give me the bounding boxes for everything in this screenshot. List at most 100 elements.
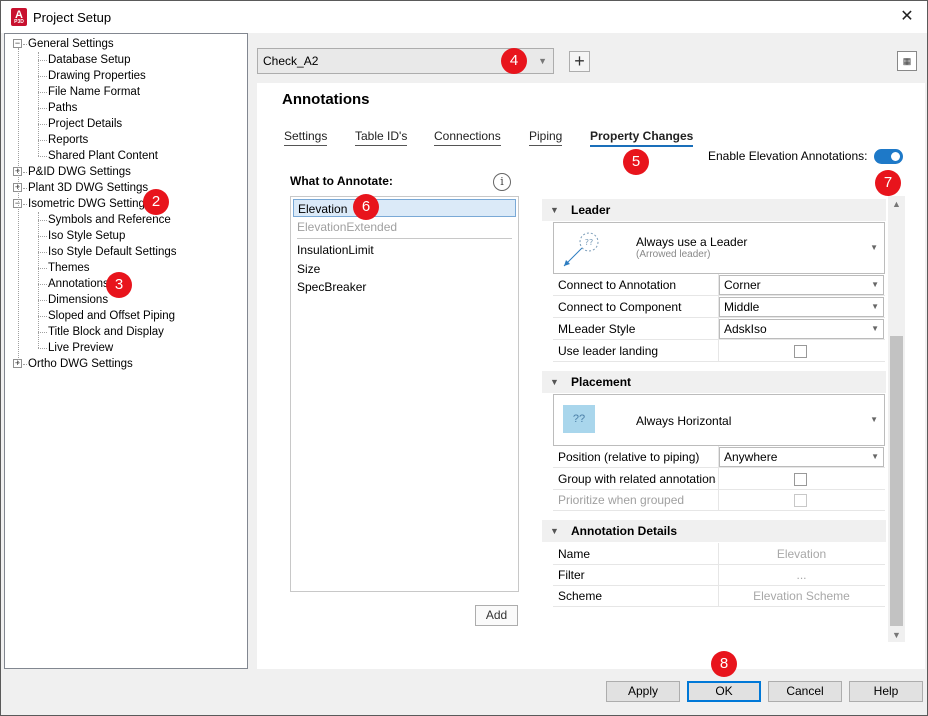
callout-badge: 7 [875,170,901,196]
prop-value: Middle [724,300,760,314]
prop-name: MLeader Style [558,322,636,336]
prop-value: AdskIso [724,322,767,336]
position-dropdown[interactable]: Anywhere ▼ [719,447,884,467]
tab-connections[interactable]: Connections [434,129,501,146]
ok-button[interactable]: OK [687,681,761,702]
tree-item[interactable]: Drawing Properties [48,68,146,84]
collapse-icon: ▼ [550,377,559,387]
category-details-title: Annotation Details [571,524,678,538]
list-item-elevation-extended: ElevationExtended [297,220,398,234]
chevron-down-icon: ▼ [871,280,879,289]
tree-item[interactable]: File Name Format [48,84,140,100]
tree-item[interactable]: Annotations [48,276,109,292]
prop-row-connect-annotation: Connect to Annotation Corner ▼ [553,274,885,296]
tree-item[interactable]: Shared Plant Content [48,148,158,164]
connect-annotation-dropdown[interactable]: Corner ▼ [719,275,884,295]
group-related-checkbox[interactable] [794,473,807,486]
prop-name: Filter [558,568,585,582]
callout-badge: 4 [501,48,527,74]
chevron-down-icon: ▼ [871,324,879,333]
prop-row-scheme: Scheme Elevation Scheme [553,585,885,607]
placement-preview-dropdown[interactable]: ?? Always Horizontal ▼ [553,394,885,446]
tree-item[interactable]: Project Details [48,116,122,132]
tree-item[interactable]: Dimensions [48,292,108,308]
prop-name: Scheme [558,589,603,603]
list-item-size[interactable]: Size [291,260,518,278]
annotate-list: Elevation ElevationExtended InsulationLi… [290,196,519,592]
scroll-down-icon[interactable]: ▼ [888,630,905,640]
connect-component-dropdown[interactable]: Middle ▼ [719,297,884,317]
prop-name: Group with related annotations [558,472,716,486]
tree-item[interactable]: Database Setup [48,52,130,68]
filter-value[interactable]: ... [719,565,884,585]
category-placement-title: Placement [571,375,632,389]
collapse-icon[interactable]: − [13,39,22,48]
toggle-knob [891,152,900,161]
close-icon[interactable]: ✕ [895,5,919,29]
leader-preview-icon: ?? [563,232,599,267]
tree-item[interactable]: P&ID DWG Settings [28,164,131,180]
tree-item[interactable]: Reports [48,132,88,148]
scroll-thumb[interactable] [890,336,903,626]
window-title: Project Setup [33,10,112,25]
mleader-style-dropdown[interactable]: AdskIso ▼ [719,319,884,339]
list-item-spec-breaker[interactable]: SpecBreaker [291,278,518,296]
chevron-down-icon: ▼ [871,302,879,311]
tree-item[interactable]: Title Block and Display [48,324,164,340]
tab-table-ids[interactable]: Table ID's [355,129,408,146]
chevron-down-icon: ▼ [870,243,878,252]
prop-value: Elevation [776,547,827,561]
properties-scrollbar[interactable]: ▲ ▼ [888,196,905,642]
callout-badge: 3 [106,272,132,298]
prop-row-prioritize: Prioritize when grouped [553,489,885,511]
tree-item[interactable]: Paths [48,100,77,116]
prop-name: Position (relative to piping) [558,450,700,464]
category-placement[interactable]: ▼ Placement [542,371,886,393]
prop-row-leader-landing: Use leader landing [553,340,885,362]
enable-elevation-toggle[interactable] [874,149,903,164]
leader-preview-glyph: ?? [585,238,594,247]
list-divider [297,238,512,239]
prop-row-name: Name Elevation [553,543,885,565]
help-button[interactable]: Help [849,681,923,702]
leader-preview-sub: (Arrowed leader) [636,249,711,260]
info-icon[interactable]: i [493,173,511,191]
prop-row-mleader-style: MLeader Style AdskIso ▼ [553,318,885,340]
tree-item[interactable]: Live Preview [48,340,113,356]
cancel-button[interactable]: Cancel [768,681,842,702]
prop-name: Use leader landing [558,344,659,358]
tree-item[interactable]: Iso Style Default Settings [48,244,176,260]
scroll-up-icon[interactable]: ▲ [888,199,905,209]
settings-panel: Check_A2 ▼ + ▦ Annotations Settings Tabl… [257,33,925,669]
category-leader[interactable]: ▼ Leader [542,199,886,221]
apply-button[interactable]: Apply [606,681,680,702]
tree-item[interactable]: Iso Style Setup [48,228,125,244]
leader-landing-checkbox[interactable] [794,345,807,358]
settings-tree: General Settings − Database Setup Drawing P… [4,33,248,669]
chevron-down-icon: ▼ [870,415,878,424]
tree-item[interactable]: Ortho DWG Settings [28,356,133,372]
tree-item[interactable]: General Settings [28,36,114,52]
tab-piping[interactable]: Piping [529,129,563,146]
prop-value: Anywhere [724,450,778,464]
tree-item[interactable]: Themes [48,260,90,276]
autocad-plant-icon: A P3D [11,8,27,26]
properties-grid: ▼ Leader ?? Always use a Leader (Arrowed… [542,196,886,642]
leader-preview-label: Always use a Leader [636,235,748,249]
tree-item[interactable]: Isometric DWG Settings [28,196,151,212]
list-item-elevation[interactable]: Elevation [293,199,516,217]
report-icon[interactable]: ▦ [897,51,917,71]
list-item-insulation-limit[interactable]: InsulationLimit [291,241,518,259]
category-details[interactable]: ▼ Annotation Details [542,520,886,542]
tree-item[interactable]: Sloped and Offset Piping [48,308,175,324]
leader-preview-dropdown[interactable]: ?? Always use a Leader (Arrowed leader) … [553,222,885,274]
tree-item[interactable]: Plant 3D DWG Settings [28,180,148,196]
config-dropdown-value: Check_A2 [263,54,319,68]
tab-settings[interactable]: Settings [284,129,328,146]
add-button[interactable]: Add [475,605,518,626]
add-config-button[interactable]: + [569,51,590,72]
tab-property-changes[interactable]: Property Changes [590,129,694,147]
callout-badge: 5 [623,149,649,175]
project-setup-dialog: A P3D Project Setup ✕ General Settings − D… [0,0,928,716]
app-icon-sub: P3D [14,19,24,25]
